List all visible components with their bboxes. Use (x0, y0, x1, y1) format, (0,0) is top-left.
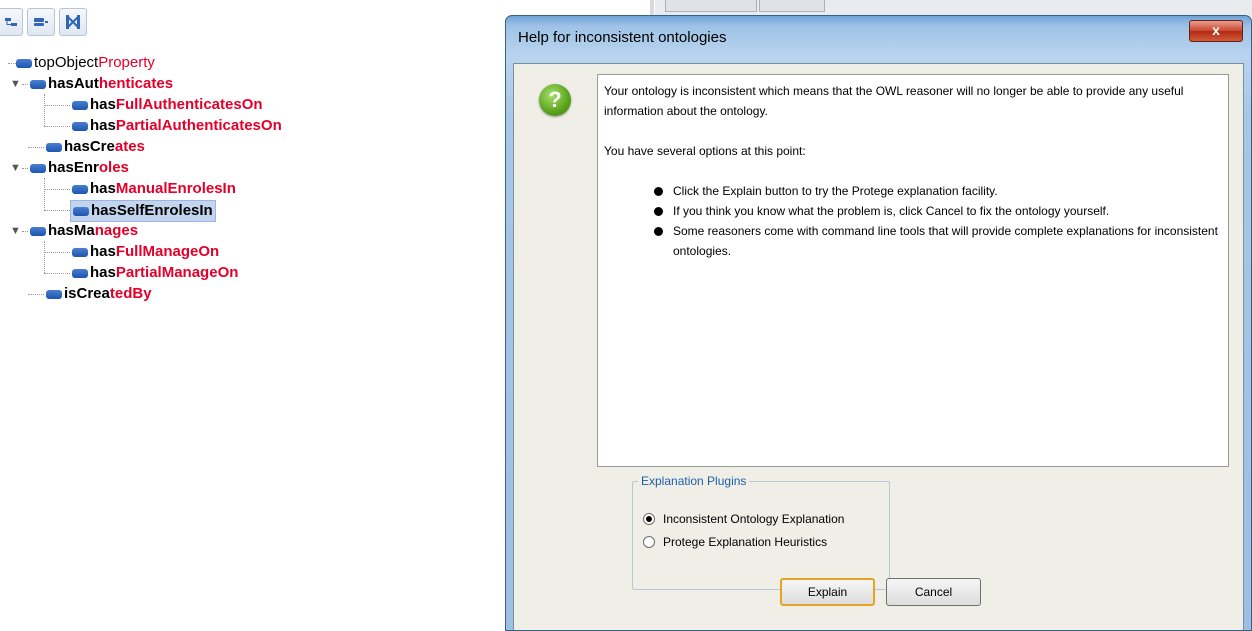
list-item-text: Some reasoners come with command line to… (673, 224, 1218, 258)
expand-triangle-icon[interactable]: ▼ (10, 221, 22, 241)
tree-connector (44, 189, 70, 190)
node-label-prefix: isCrea (64, 285, 110, 302)
list-item-text: Click the Explain button to try the Prot… (673, 184, 998, 198)
tree-node-root[interactable]: topObject Property (16, 53, 155, 73)
node-label-prefix: hasCre (64, 138, 115, 155)
node-label-suffix: ManualEnrolesIn (115, 180, 236, 197)
radio-protege-explanation-heuristics[interactable]: Protege Explanation Heuristics (643, 535, 827, 549)
dialog-title: Help for inconsistent ontologies (518, 29, 727, 46)
tree-node-hasenroles[interactable]: ▼ hasEnr oles (10, 158, 129, 178)
tree-connector (44, 94, 45, 126)
tree-node-hasselfenrolesin[interactable]: hasSelfEnrolesIn (70, 200, 216, 222)
tree-connector (28, 147, 44, 148)
list-item-text: If you think you know what the problem i… (673, 204, 1110, 218)
explanation-plugins-group: Explanation Plugins Inconsistent Ontolog… (632, 474, 890, 590)
close-button[interactable]: x (1189, 20, 1243, 42)
background-tab-annotations[interactable] (665, 0, 757, 12)
tree-node-haspartialmanageon[interactable]: has PartialManageOn (72, 263, 238, 283)
add-subproperty-icon[interactable] (0, 8, 23, 36)
expand-triangle-icon[interactable]: ▼ (10, 74, 22, 94)
message-paragraph: Your ontology is inconsistent which mean… (604, 84, 1184, 118)
list-item: Some reasoners come with command line to… (654, 221, 1222, 261)
property-icon (46, 142, 62, 152)
tree-connector (44, 178, 45, 210)
property-icon (30, 79, 46, 89)
background-tab-usage[interactable] (759, 0, 825, 12)
node-label-suffix: oles (98, 159, 129, 176)
disjoint-icon[interactable] (59, 8, 87, 36)
explain-button[interactable]: Explain (780, 578, 875, 606)
node-label-prefix: has (90, 243, 116, 260)
message-paragraph: You have several options at this point: (604, 144, 806, 158)
expand-triangle-icon[interactable]: ▼ (10, 158, 22, 178)
node-label-prefix: hasAut (48, 75, 99, 92)
tree-connector (44, 126, 70, 127)
node-label-suffix: PartialAuthenticatesOn (115, 117, 282, 134)
tree-node-hasfullmanageon[interactable]: has FullManageOn (72, 242, 219, 262)
tree-node-hasmanualenrolesin[interactable]: has ManualEnrolesIn (72, 179, 236, 199)
tree-connector (8, 63, 16, 64)
node-label-suffix: henticates (98, 75, 174, 92)
group-legend: Explanation Plugins (638, 474, 750, 488)
tree-node-hasmanages[interactable]: ▼ hasMa nages (10, 221, 138, 241)
property-icon (72, 247, 88, 257)
property-icon (46, 289, 62, 299)
cancel-button[interactable]: Cancel (886, 578, 981, 606)
tree-connector (44, 210, 70, 211)
help-dialog: Help for inconsistent ontologies x ? You… (505, 15, 1252, 631)
node-label-prefix: has (90, 117, 116, 134)
list-item: If you think you know what the problem i… (654, 201, 1222, 221)
property-icon (30, 163, 46, 173)
property-icon (72, 268, 88, 278)
tree-connector (44, 105, 70, 106)
tree-connector (44, 273, 70, 274)
node-label-prefix: hasMa (48, 222, 95, 239)
property-icon (72, 121, 88, 131)
node-label-prefix: hasSelfEnrolesIn (91, 202, 213, 219)
node-label-prefix: hasEnr (48, 159, 99, 176)
node-label-prefix: has (90, 264, 116, 281)
hierarchy-toolbar (0, 8, 87, 38)
radio-label: Inconsistent Ontology Explanation (663, 512, 845, 526)
tree-connector (44, 241, 45, 273)
background-tabs (665, 0, 827, 12)
tree-node-hasauthenticates[interactable]: ▼ hasAut henticates (10, 74, 173, 94)
node-label-suffix: PartialManageOn (115, 264, 239, 281)
property-icon (72, 100, 88, 110)
tree-node-haspartialauthenticateson[interactable]: has PartialAuthenticatesOn (72, 116, 282, 136)
node-label-suffix: FullAuthenticatesOn (115, 96, 263, 113)
radio-unchecked-icon[interactable] (643, 536, 655, 548)
options-list: Click the Explain button to try the Prot… (604, 181, 1222, 261)
radio-label: Protege Explanation Heuristics (663, 535, 828, 549)
node-label-suffix: ates (114, 138, 145, 155)
radio-inconsistent-ontology-explanation[interactable]: Inconsistent Ontology Explanation (643, 512, 844, 526)
radio-checked-icon[interactable] (643, 513, 655, 525)
property-icon (16, 58, 32, 68)
property-icon (73, 206, 89, 216)
question-icon: ? (539, 84, 571, 116)
property-icon (72, 184, 88, 194)
bullet-icon (654, 207, 663, 216)
dialog-content: ? Your ontology is inconsistent which me… (513, 63, 1244, 630)
list-item: Click the Explain button to try the Prot… (654, 181, 1222, 201)
tree-connector (28, 294, 44, 295)
bullet-icon (654, 227, 663, 236)
node-label-prefix: has (90, 96, 116, 113)
bullet-icon (654, 187, 663, 196)
node-label-prefix: has (90, 180, 116, 197)
delete-property-icon[interactable] (27, 8, 55, 36)
tree-node-hascreates[interactable]: hasCre ates (46, 137, 145, 157)
message-panel: Your ontology is inconsistent which mean… (597, 74, 1229, 467)
tree-connector (44, 252, 70, 253)
node-label-suffix: FullManageOn (115, 243, 220, 260)
node-label-suffix: tedBy (109, 285, 152, 302)
property-icon (30, 226, 46, 236)
node-label-suffix: Property (98, 54, 155, 71)
node-label-prefix: topObject (34, 54, 99, 71)
tree-node-hasfullauthenticateson[interactable]: has FullAuthenticatesOn (72, 95, 263, 115)
tree-node-iscreatedby[interactable]: isCrea tedBy (46, 284, 152, 304)
node-label-suffix: nages (94, 222, 139, 239)
